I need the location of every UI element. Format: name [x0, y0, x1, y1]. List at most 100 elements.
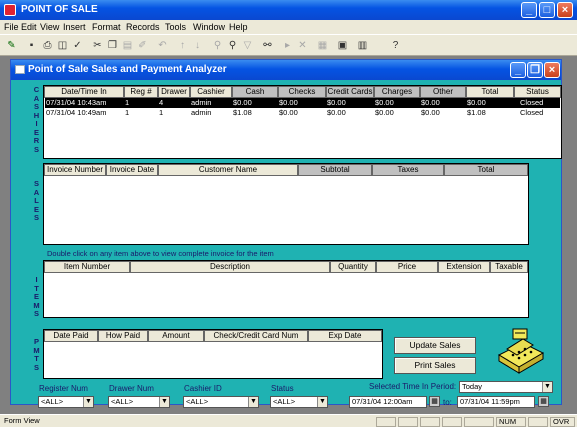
col-amount[interactable]: Amount [148, 330, 204, 342]
sales-analyzer-window: Point of Sale Sales and Payment Analyzer… [10, 59, 562, 408]
col-total[interactable]: Total [466, 86, 514, 98]
cashier-id-select[interactable]: <ALL> ▼ [183, 396, 259, 408]
chevron-down-icon[interactable]: ▼ [317, 397, 327, 407]
menu-window[interactable]: Window [193, 22, 225, 32]
form-minimize-icon[interactable]: _ [510, 62, 526, 78]
cashier-row[interactable]: 07/31/04 10:43am 1 4 admin $0.00 $0.00 $… [45, 98, 560, 108]
col-subtotal[interactable]: Subtotal [298, 164, 372, 176]
col-invoice-number[interactable]: Invoice Number [44, 164, 106, 176]
col-date-time-in[interactable]: Date/Time In [44, 86, 124, 98]
col-date-paid[interactable]: Date Paid [44, 330, 98, 342]
period-select[interactable]: Today ▼ [459, 381, 553, 393]
undo-icon[interactable]: ↶ [155, 38, 170, 53]
menu-help[interactable]: Help [229, 22, 248, 32]
chevron-down-icon[interactable]: ▼ [248, 397, 258, 407]
col-other[interactable]: Other [420, 86, 466, 98]
col-card-num[interactable]: Check/Credit Card Num [204, 330, 308, 342]
sort-descending-icon[interactable]: ↓ [190, 38, 205, 53]
col-status[interactable]: Status [514, 86, 561, 98]
col-item-number[interactable]: Item Number [44, 261, 130, 273]
col-reg[interactable]: Reg # [124, 86, 158, 98]
register-num-select[interactable]: <ALL> ▼ [38, 396, 94, 408]
chevron-down-icon[interactable]: ▼ [542, 382, 552, 392]
print-preview-icon[interactable]: ◫ [55, 38, 70, 53]
delete-record-icon[interactable]: ✕ [295, 38, 310, 53]
period-value: Today [462, 382, 483, 391]
col-sales-total[interactable]: Total [444, 164, 528, 176]
status-select[interactable]: <ALL> ▼ [270, 396, 328, 408]
cashier-id-label: Cashier ID [184, 384, 222, 393]
print-sales-button[interactable]: Print Sales [394, 357, 476, 374]
menu-insert[interactable]: Insert [63, 22, 86, 32]
cell-total: $0.00 [467, 98, 486, 107]
col-credit-cards[interactable]: Credit Cards [326, 86, 374, 98]
col-taxes[interactable]: Taxes [372, 164, 444, 176]
menu-edit[interactable]: Edit [21, 22, 37, 32]
col-quantity[interactable]: Quantity [330, 261, 376, 273]
help-icon[interactable]: ? [388, 38, 403, 53]
col-checks[interactable]: Checks [278, 86, 326, 98]
register-num-value: <ALL> [41, 397, 64, 406]
chevron-down-icon[interactable]: ▼ [83, 397, 93, 407]
status-value: <ALL> [273, 397, 296, 406]
col-exp-date[interactable]: Exp Date [308, 330, 382, 342]
view-icon[interactable]: ✎ [4, 38, 19, 53]
form-close-icon[interactable]: × [544, 62, 560, 78]
apply-filter-icon[interactable]: ▽ [240, 38, 255, 53]
items-grid[interactable]: Item Number Description Quantity Price E… [43, 260, 529, 318]
cashiers-grid[interactable]: Date/Time In Reg # Drawer Cashier Cash C… [43, 85, 562, 159]
form-restore-icon[interactable]: ❐ [527, 62, 543, 78]
print-icon[interactable]: ⎙ [40, 38, 55, 53]
menu-file[interactable]: File [4, 22, 19, 32]
cut-icon[interactable]: ✂ [90, 38, 105, 53]
menu-view[interactable]: View [40, 22, 59, 32]
col-cash[interactable]: Cash [232, 86, 278, 98]
calendar-icon[interactable]: ▦ [538, 396, 549, 407]
new-object-icon[interactable]: ▥ [355, 38, 370, 53]
chevron-down-icon[interactable]: ▼ [159, 397, 169, 407]
col-how-paid[interactable]: How Paid [98, 330, 148, 342]
paste-icon[interactable]: ▤ [120, 38, 135, 53]
col-extension[interactable]: Extension [438, 261, 490, 273]
filter-selection-icon[interactable]: ⚲ [210, 38, 225, 53]
calendar-icon[interactable]: ▦ [429, 396, 440, 407]
properties-icon[interactable]: ▦ [315, 38, 330, 53]
status-pane [442, 417, 462, 427]
payments-grid[interactable]: Date Paid How Paid Amount Check/Credit C… [43, 329, 383, 379]
drawer-num-select[interactable]: <ALL> ▼ [108, 396, 170, 408]
col-description[interactable]: Description [130, 261, 330, 273]
cell-drawer: 4 [159, 98, 164, 107]
new-record-icon[interactable]: ▸ [280, 38, 295, 53]
maximize-icon[interactable]: □ [539, 2, 555, 18]
menu-records[interactable]: Records [126, 22, 160, 32]
col-charges[interactable]: Charges [374, 86, 420, 98]
save-icon[interactable]: ▪ [24, 38, 39, 53]
cashier-row[interactable]: 07/31/04 10:49am 1 1 admin $1.08 $0.00 $… [45, 108, 560, 118]
spelling-icon[interactable]: ✓ [70, 38, 85, 53]
filter-form-icon[interactable]: ⚲ [225, 38, 240, 53]
col-invoice-date[interactable]: Invoice Date [106, 164, 158, 176]
cell-status: Closed [520, 108, 544, 117]
col-customer-name[interactable]: Customer Name [158, 164, 298, 176]
minimize-icon[interactable]: _ [521, 2, 537, 18]
col-taxable[interactable]: Taxable [490, 261, 528, 273]
form-title-bar: Point of Sale Sales and Payment Analyzer… [11, 60, 561, 80]
close-icon[interactable]: × [557, 2, 573, 18]
col-cashier[interactable]: Cashier [190, 86, 232, 98]
database-window-icon[interactable]: ▣ [335, 38, 350, 53]
status-pane [376, 417, 396, 427]
cell-checks: $0.00 [279, 98, 298, 107]
from-date-input[interactable]: 07/31/04 12:00am [349, 396, 427, 408]
to-date-input[interactable]: 07/31/04 11:59pm [457, 396, 535, 408]
col-drawer[interactable]: Drawer [158, 86, 190, 98]
sort-ascending-icon[interactable]: ↑ [175, 38, 190, 53]
find-icon[interactable]: ⚯ [260, 38, 275, 53]
update-sales-button[interactable]: Update Sales [394, 337, 476, 354]
copy-icon[interactable]: ❐ [105, 38, 120, 53]
sales-grid[interactable]: Invoice Number Invoice Date Customer Nam… [43, 163, 529, 245]
menu-format[interactable]: Format [92, 22, 121, 32]
format-painter-icon[interactable]: ✐ [135, 38, 150, 53]
col-price[interactable]: Price [376, 261, 438, 273]
status-bar: Form View NUM OVR [0, 414, 577, 427]
menu-tools[interactable]: Tools [165, 22, 186, 32]
